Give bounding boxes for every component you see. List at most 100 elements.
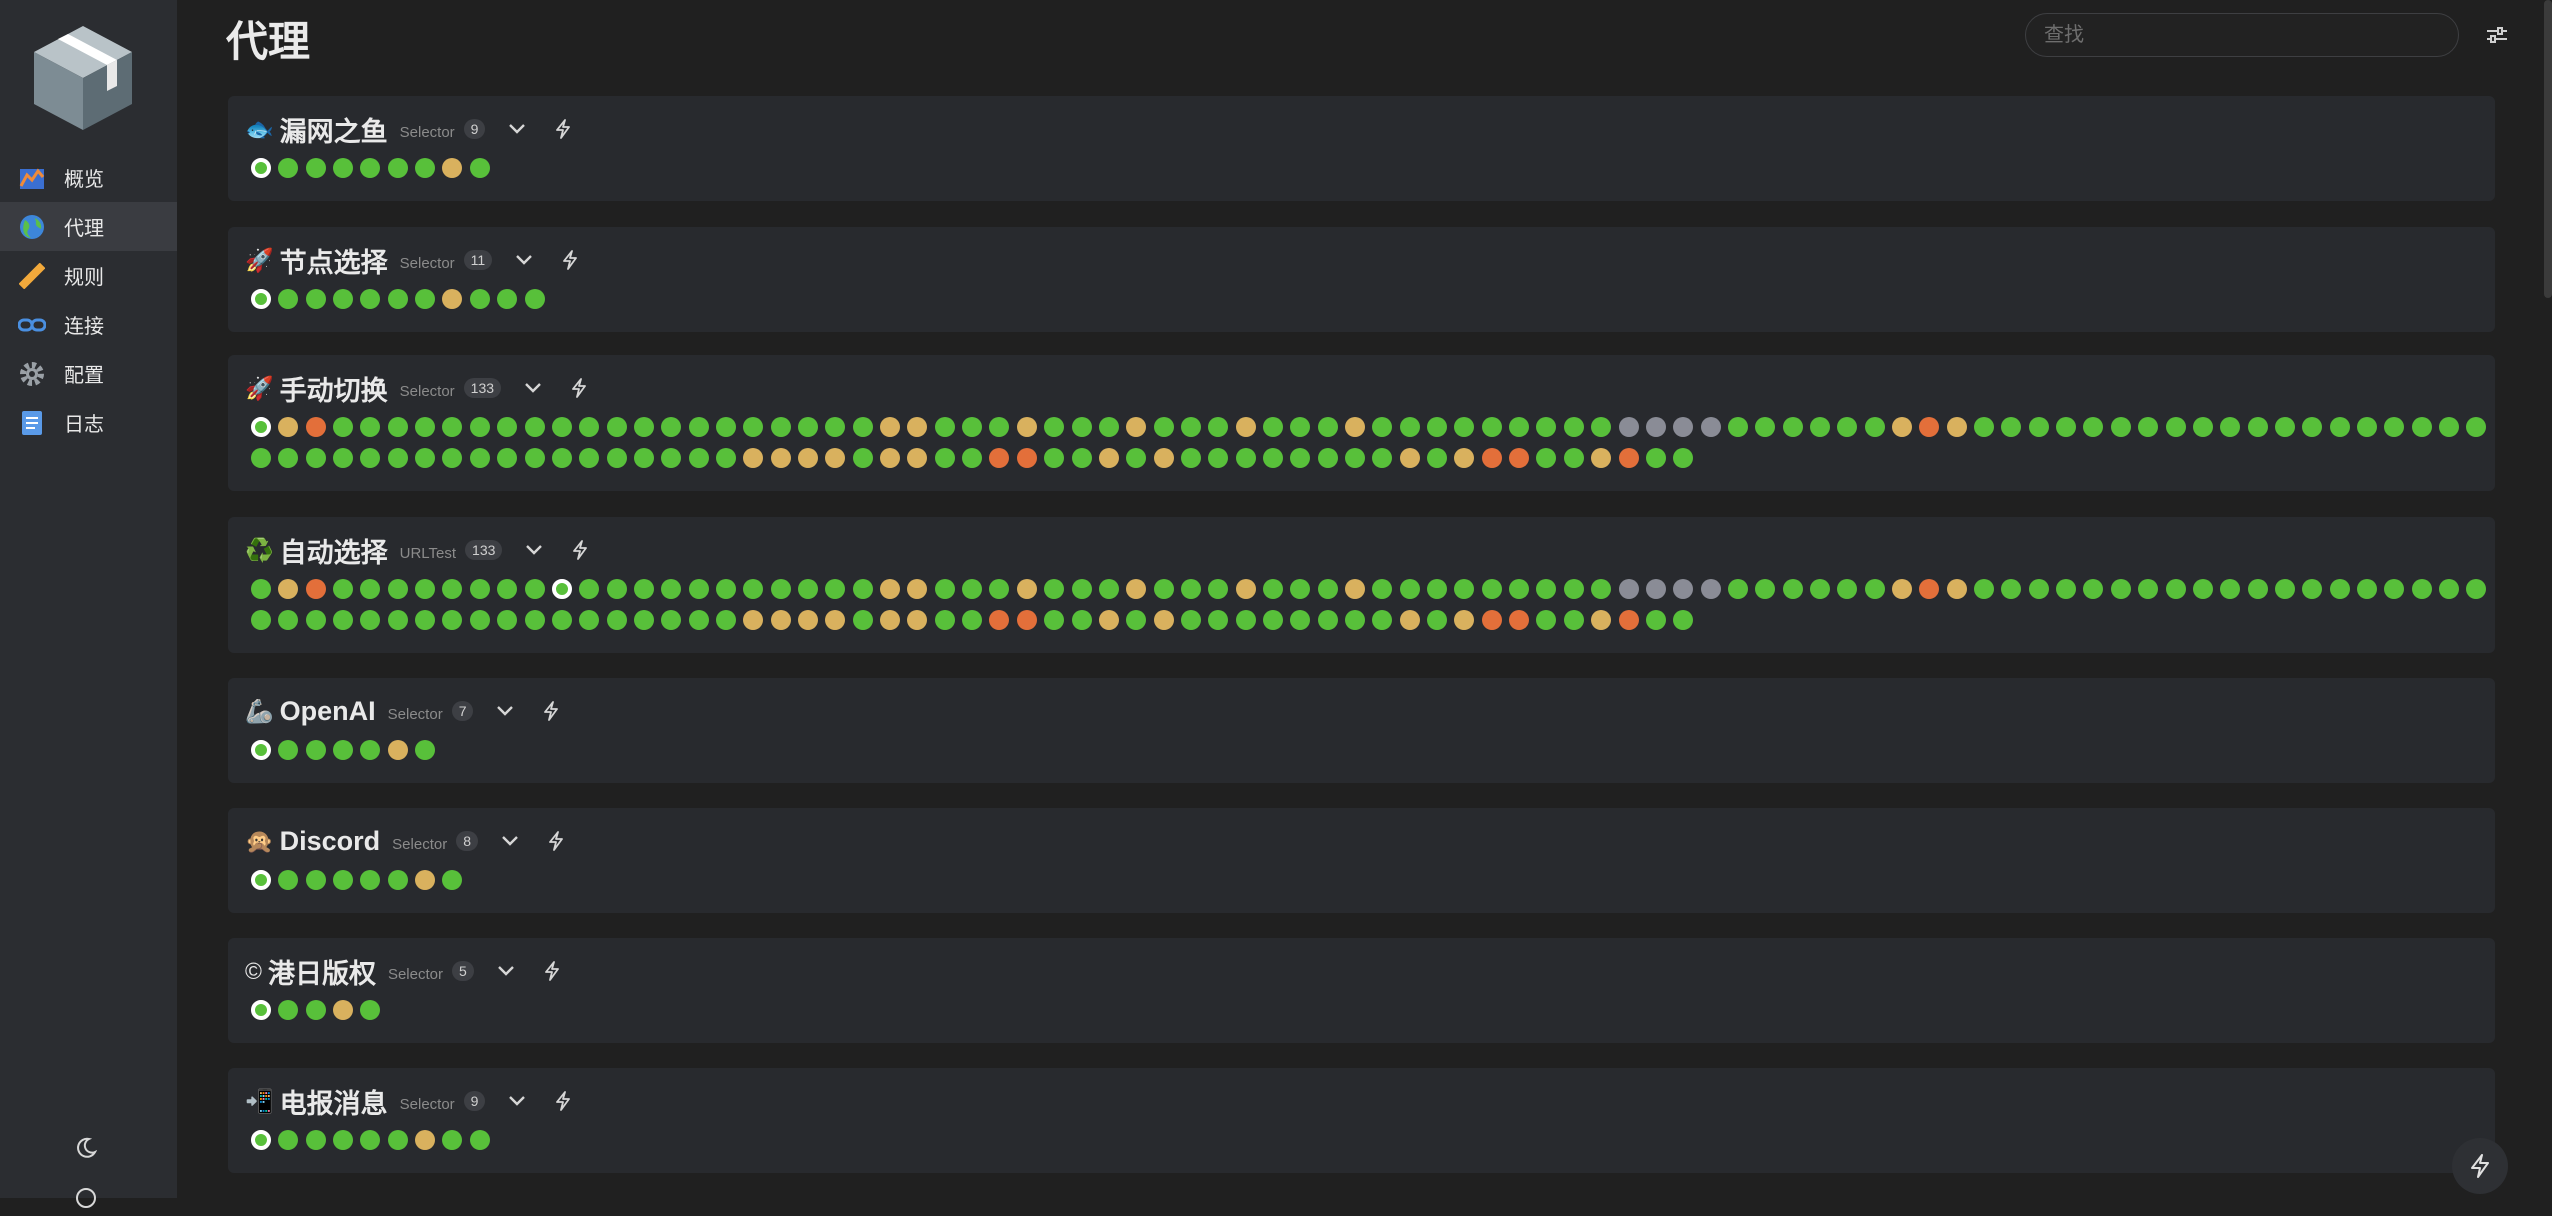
- node-dot[interactable]: [1946, 579, 1967, 599]
- node-dot[interactable]: [1727, 579, 1748, 599]
- selected-node-dot[interactable]: [251, 1130, 271, 1150]
- node-dot[interactable]: [333, 740, 354, 760]
- node-dot[interactable]: [2220, 579, 2241, 599]
- node-dot[interactable]: [989, 579, 1010, 599]
- node-dot[interactable]: [1262, 448, 1283, 468]
- node-dot[interactable]: [1180, 610, 1201, 630]
- node-dot[interactable]: [415, 448, 436, 468]
- node-dot[interactable]: [278, 740, 299, 760]
- node-dot[interactable]: [333, 158, 354, 178]
- node-dot[interactable]: [2165, 417, 2186, 437]
- node-dot[interactable]: [1317, 417, 1338, 437]
- node-dot[interactable]: [1755, 417, 1776, 437]
- node-dot[interactable]: [2384, 579, 2405, 599]
- selected-node-dot[interactable]: [251, 1000, 271, 1020]
- node-dot[interactable]: [825, 448, 846, 468]
- node-dot[interactable]: [469, 579, 490, 599]
- sidebar-item-overview[interactable]: 概览: [0, 153, 177, 202]
- node-dot[interactable]: [387, 158, 408, 178]
- node-dot[interactable]: [579, 610, 600, 630]
- node-dot[interactable]: [688, 610, 709, 630]
- node-dot[interactable]: [934, 610, 955, 630]
- node-dot[interactable]: [989, 448, 1010, 468]
- node-dot[interactable]: [387, 1130, 408, 1150]
- node-dot[interactable]: [551, 448, 572, 468]
- node-dot[interactable]: [1399, 417, 1420, 437]
- node-dot[interactable]: [2192, 417, 2213, 437]
- node-dot[interactable]: [907, 579, 928, 599]
- node-dot[interactable]: [1427, 610, 1448, 630]
- node-dot[interactable]: [387, 448, 408, 468]
- node-dot[interactable]: [1563, 417, 1584, 437]
- node-dot[interactable]: [1071, 579, 1092, 599]
- node-dot[interactable]: [1208, 579, 1229, 599]
- node-dot[interactable]: [360, 870, 381, 890]
- node-dot[interactable]: [360, 1000, 381, 1020]
- node-dot[interactable]: [1919, 579, 1940, 599]
- node-dot[interactable]: [442, 579, 463, 599]
- node-dot[interactable]: [1509, 610, 1530, 630]
- node-dot[interactable]: [2302, 417, 2323, 437]
- node-dot[interactable]: [1262, 579, 1283, 599]
- node-dot[interactable]: [1700, 579, 1721, 599]
- node-dot[interactable]: [1098, 448, 1119, 468]
- node-dot[interactable]: [415, 740, 436, 760]
- node-dot[interactable]: [2001, 417, 2022, 437]
- node-dot[interactable]: [1071, 448, 1092, 468]
- node-dot[interactable]: [1563, 579, 1584, 599]
- node-dot[interactable]: [333, 870, 354, 890]
- node-dot[interactable]: [633, 417, 654, 437]
- node-dot[interactable]: [1372, 579, 1393, 599]
- node-dot[interactable]: [743, 417, 764, 437]
- node-dot[interactable]: [1727, 417, 1748, 437]
- node-dot[interactable]: [1071, 610, 1092, 630]
- node-dot[interactable]: [1016, 417, 1037, 437]
- sidebar-item-connections[interactable]: 连接: [0, 300, 177, 349]
- node-dot[interactable]: [1372, 448, 1393, 468]
- node-dot[interactable]: [2138, 579, 2159, 599]
- node-dot[interactable]: [852, 610, 873, 630]
- sidebar-item-logs[interactable]: 日志: [0, 398, 177, 447]
- node-dot[interactable]: [852, 579, 873, 599]
- node-dot[interactable]: [1809, 579, 1830, 599]
- search-input[interactable]: [2025, 13, 2459, 57]
- node-dot[interactable]: [278, 1000, 299, 1020]
- node-dot[interactable]: [1618, 417, 1639, 437]
- node-dot[interactable]: [1974, 417, 1995, 437]
- node-dot[interactable]: [524, 610, 545, 630]
- node-dot[interactable]: [1591, 448, 1612, 468]
- node-dot[interactable]: [1454, 610, 1475, 630]
- node-dot[interactable]: [1262, 417, 1283, 437]
- node-dot[interactable]: [1180, 579, 1201, 599]
- node-dot[interactable]: [415, 870, 436, 890]
- node-dot[interactable]: [1481, 610, 1502, 630]
- node-dot[interactable]: [962, 448, 983, 468]
- node-dot[interactable]: [743, 579, 764, 599]
- node-dot[interactable]: [278, 448, 299, 468]
- node-dot[interactable]: [387, 870, 408, 890]
- node-dot[interactable]: [1345, 579, 1365, 599]
- node-dot[interactable]: [2138, 417, 2159, 437]
- node-dot[interactable]: [798, 579, 818, 599]
- node-dot[interactable]: [1591, 417, 1612, 437]
- node-dot[interactable]: [2302, 579, 2323, 599]
- node-dot[interactable]: [360, 740, 381, 760]
- node-dot[interactable]: [579, 417, 600, 437]
- node-dot[interactable]: [770, 448, 791, 468]
- node-dot[interactable]: [1618, 579, 1639, 599]
- node-dot[interactable]: [1591, 610, 1612, 630]
- node-dot[interactable]: [1016, 448, 1037, 468]
- node-dot[interactable]: [1673, 610, 1694, 630]
- node-dot[interactable]: [1509, 417, 1530, 437]
- node-dot[interactable]: [1180, 417, 1201, 437]
- node-dot[interactable]: [825, 417, 846, 437]
- node-dot[interactable]: [579, 448, 600, 468]
- chevron-down-icon[interactable]: [491, 697, 519, 725]
- node-dot[interactable]: [415, 610, 436, 630]
- node-dot[interactable]: [1098, 610, 1119, 630]
- selected-node-dot[interactable]: [251, 289, 271, 309]
- node-dot[interactable]: [360, 417, 381, 437]
- node-dot[interactable]: [1044, 448, 1065, 468]
- node-dot[interactable]: [1016, 610, 1037, 630]
- node-dot[interactable]: [1837, 417, 1858, 437]
